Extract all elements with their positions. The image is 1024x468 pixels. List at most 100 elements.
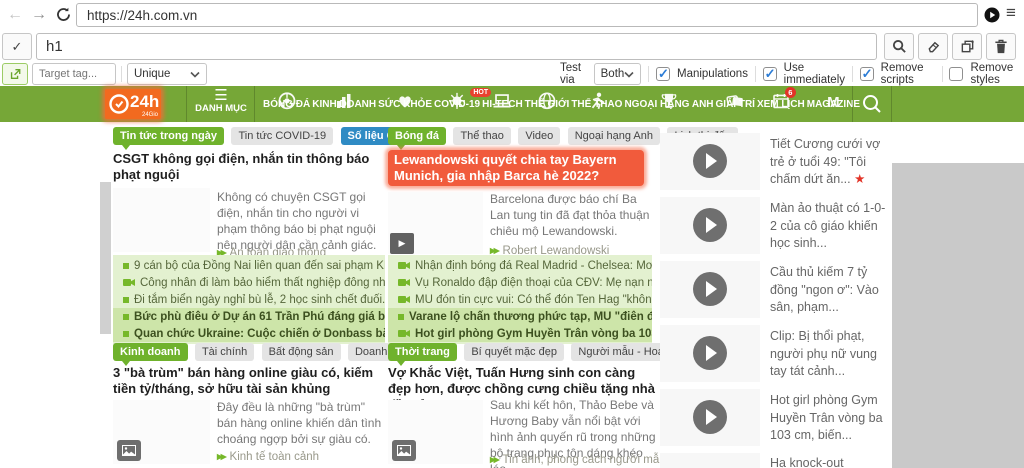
- nav-item-kinh-doanh[interactable]: KINH DOANH: [311, 99, 377, 110]
- tab-bi-quyet-mac-dep[interactable]: Bí quyết mặc đẹp: [464, 343, 564, 361]
- list-item[interactable]: Bức phù điêu ở Dự án 61 Trần Phú đáng gi…: [113, 308, 385, 325]
- bullet-square-icon: [123, 314, 129, 320]
- tab-tin-tuc-trong-ngay[interactable]: Tin tức trong ngày: [113, 127, 224, 145]
- search-button[interactable]: [884, 33, 914, 60]
- menu-button[interactable]: ☰ DANH MỤC: [192, 89, 250, 119]
- use-immediately-checkbox[interactable]: [763, 67, 777, 81]
- nav-item-the-thao[interactable]: THỂ THAO: [570, 99, 623, 110]
- bullet-square-icon: [123, 263, 129, 269]
- site-logo[interactable]: 24h 24Gio: [105, 89, 161, 119]
- test-via-select[interactable]: Both: [594, 63, 642, 85]
- kinh-doanh-link[interactable]: ▸▸Kinh tế toàn cảnh: [217, 449, 319, 463]
- open-in-page-button[interactable]: [2, 63, 28, 85]
- copy-selector-button[interactable]: [952, 33, 982, 60]
- manipulations-label: Manipulations: [677, 68, 748, 80]
- play-icon[interactable]: [693, 144, 727, 178]
- tab-tin-tuc-covid[interactable]: Tin tức COVID-19: [231, 127, 333, 145]
- kinh-doanh-headline[interactable]: 3 "bà trùm" bán hàng online giàu có, kiế…: [113, 365, 389, 397]
- tab-thoi-trang[interactable]: Thời trang: [388, 343, 457, 361]
- unique-select-value: Unique: [134, 68, 170, 80]
- nav-item-covid-19[interactable]: COVID-19 HOT: [433, 99, 481, 110]
- kinh-doanh-summary: Đây đều là những "bà trùm" bán hàng onli…: [217, 400, 387, 448]
- forward-icon[interactable]: →: [31, 2, 47, 28]
- double-arrow-icon: ▸▸: [490, 454, 498, 466]
- unique-select[interactable]: Unique: [127, 63, 207, 85]
- nav-item-the-gioi[interactable]: THẾ GIỚI: [524, 99, 571, 110]
- video-thumb[interactable]: [660, 389, 760, 446]
- calendar-date-badge: 6: [785, 87, 796, 98]
- nav-item-suc-khoe[interactable]: SỨC KHỎE: [377, 99, 433, 110]
- hamburger-icon: ☰: [192, 89, 250, 103]
- nav-item-hi-tech[interactable]: HI-TECH: [481, 99, 524, 110]
- nav-item-giai-tri[interactable]: GIẢI TRÍ: [715, 99, 756, 110]
- list-item[interactable]: Hot girl phòng Gym Huyền Trân vòng ba 10…: [388, 325, 652, 342]
- video-title[interactable]: Màn ảo thuật có 1-0-2 của cô giáo khiến …: [770, 200, 888, 253]
- hamburger-icon[interactable]: ≡: [1006, 3, 1016, 23]
- menu-label: DANH MỤC: [192, 103, 250, 114]
- video-title[interactable]: Clip: Bị thổi phạt, người phụ nữ vung ta…: [770, 328, 888, 381]
- app-window: ← → ≡ ✓ Unique Test via Both Manipula: [0, 0, 1024, 468]
- divider: [254, 86, 255, 122]
- tab-bong-da[interactable]: Bóng đá: [388, 127, 446, 145]
- list-item[interactable]: MU đón tin cực vui: Có thể đón Ten Hag "…: [388, 291, 652, 308]
- list-item[interactable]: Quan chức Ukraine: Cuộc chiến ở Donbass …: [113, 325, 385, 342]
- highlighted-h1-headline[interactable]: Lewandowski quyết chia tay Bayern Munich…: [388, 150, 644, 186]
- play-icon[interactable]: [693, 400, 727, 434]
- nav-item-ngoai-hang-anh[interactable]: NGOẠI HẠNG ANH: [623, 99, 714, 110]
- run-play-icon[interactable]: [984, 7, 1000, 28]
- list-item[interactable]: Varane lộ chấn thương phức tạp, MU "điên…: [388, 308, 652, 325]
- tab-video[interactable]: Video: [518, 127, 560, 145]
- play-icon[interactable]: [693, 272, 727, 306]
- remove-styles-checkbox[interactable]: [949, 67, 963, 81]
- play-icon[interactable]: [693, 208, 727, 242]
- target-tag-input[interactable]: [32, 63, 116, 85]
- video-title[interactable]: Tiết Cương cưới vợ trẻ ở tuổi 49: "Tôi c…: [770, 136, 888, 189]
- list-item[interactable]: Công nhân đi làm bảo hiểm thất nghiệp đô…: [113, 274, 385, 291]
- video-title[interactable]: Hạ knock-out 'Zombie: [770, 455, 888, 468]
- video-thumb[interactable]: [660, 133, 760, 190]
- left-headline[interactable]: CSGT không gọi điện, nhắn tin thông báo …: [113, 151, 389, 183]
- tab-bat-dong-san[interactable]: Bất động sản: [262, 343, 341, 361]
- video-thumb[interactable]: [660, 197, 760, 254]
- search-icon: [892, 39, 907, 54]
- test-via-value: Both: [601, 68, 625, 80]
- camera-icon: [398, 329, 410, 338]
- page-left-gutter: [100, 182, 111, 334]
- tab-ngoai-hang-anh[interactable]: Ngoại hạng Anh: [568, 127, 660, 145]
- clock-icon: [108, 93, 130, 115]
- left-article-image[interactable]: [113, 188, 210, 252]
- remove-scripts-checkbox[interactable]: [860, 67, 874, 81]
- list-item[interactable]: Nhận định bóng đá Real Madrid - Chelsea:…: [388, 257, 652, 274]
- url-input[interactable]: [76, 3, 978, 27]
- image-placeholder-icon: [392, 440, 416, 461]
- list-item[interactable]: 9 cán bộ của Đồng Nai liên quan đến sai …: [113, 257, 385, 274]
- thoi-trang-link[interactable]: ▸▸Tin ảnh, phong cách người mẫu hot: [490, 452, 685, 466]
- play-icon[interactable]: [693, 336, 727, 370]
- back-icon[interactable]: ←: [7, 2, 23, 28]
- delete-button[interactable]: [986, 33, 1016, 60]
- video-thumb[interactable]: [660, 261, 760, 318]
- eraser-button[interactable]: [918, 33, 948, 60]
- video-thumb[interactable]: [660, 453, 760, 468]
- divider: [755, 66, 756, 82]
- tab-tai-chinh[interactable]: Tài chính: [195, 343, 254, 361]
- nav-item-xem-lich[interactable]: XEM LỊCH 6: [756, 99, 806, 110]
- featured-star-icon: ★: [854, 172, 865, 186]
- manipulations-checkbox[interactable]: [656, 67, 670, 81]
- selector-input[interactable]: [36, 33, 877, 60]
- list-item[interactable]: Vụ Ronaldo đập điện thoại của CĐV: Mẹ nạ…: [388, 274, 652, 291]
- search-icon: [861, 93, 883, 115]
- apply-selector-button[interactable]: ✓: [2, 33, 32, 60]
- video-thumb[interactable]: [660, 325, 760, 382]
- refresh-icon[interactable]: [55, 6, 72, 28]
- tab-the-thao[interactable]: Thể thao: [453, 127, 510, 145]
- video-title[interactable]: Cầu thủ kiếm 7 tỷ đồng "ngon ơ": Vào sân…: [770, 264, 888, 317]
- video-title[interactable]: Hot girl phòng Gym Huyền Trân vòng ba 10…: [770, 392, 888, 445]
- nav-item-bong-da[interactable]: BÓNG ĐÁ: [262, 99, 311, 110]
- header-search-button[interactable]: [852, 86, 891, 122]
- list-item[interactable]: Đi tắm biển ngày nghỉ bù lễ, 2 học sinh …: [113, 291, 385, 308]
- tab-kinh-doanh[interactable]: Kinh doanh: [113, 343, 188, 361]
- use-immediately-label: Use immediately: [784, 62, 845, 86]
- video-play-icon[interactable]: ▶: [390, 233, 414, 254]
- camera-icon: [398, 295, 410, 304]
